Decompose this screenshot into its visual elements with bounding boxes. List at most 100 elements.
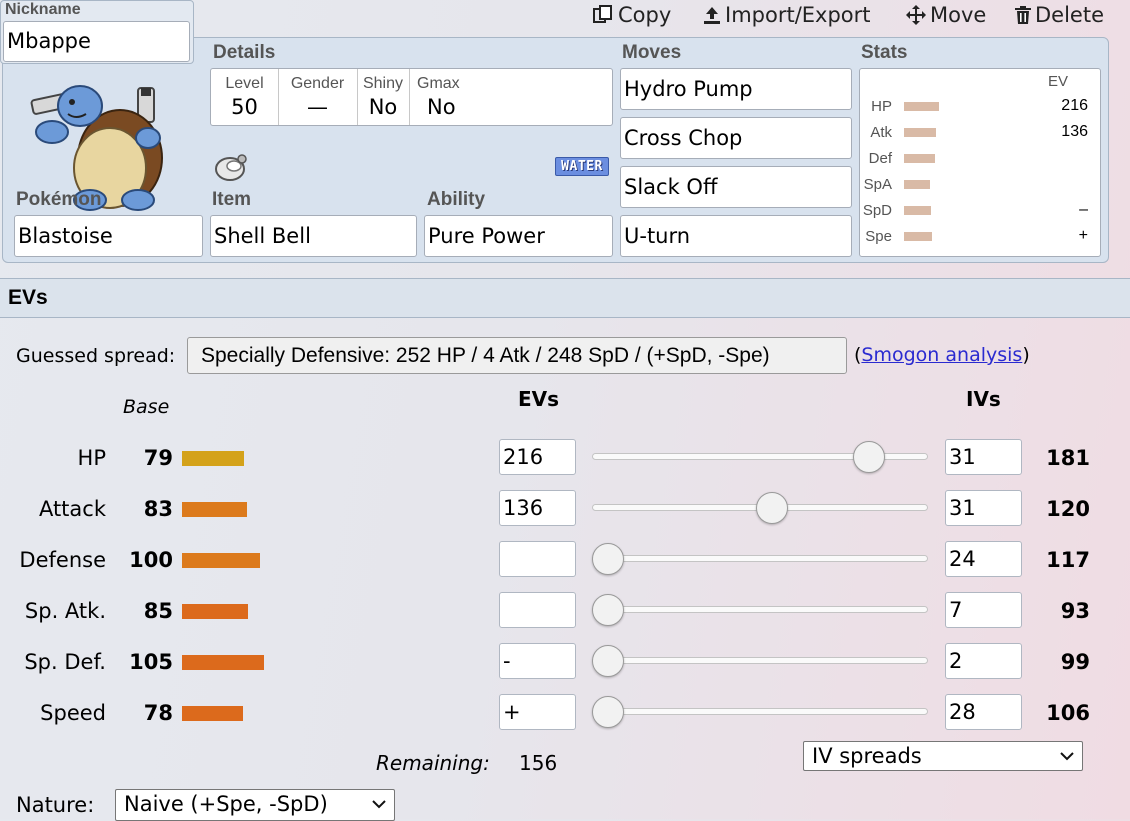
ability-label: Ability bbox=[427, 189, 486, 210]
base-stat-bar bbox=[182, 553, 260, 568]
stats-label: Stats bbox=[861, 42, 908, 63]
iv-input[interactable]: 28 bbox=[945, 694, 1022, 730]
stat-bar bbox=[904, 128, 936, 137]
stats-summary-row: SpD – bbox=[860, 199, 1100, 223]
stat-bar bbox=[904, 154, 935, 163]
stat-abbrev: SpD bbox=[862, 202, 892, 219]
ev-input[interactable]: + bbox=[499, 694, 576, 730]
pokemon-label: Pokémon bbox=[16, 189, 102, 210]
ev-stat-row: HP 79 216 31 181 bbox=[0, 439, 1130, 487]
stat-ev: – bbox=[1079, 201, 1088, 218]
remaining-value: 156 bbox=[519, 751, 558, 775]
smogon-analysis: (Smogon analysis) bbox=[854, 344, 1030, 366]
moves-label: Moves bbox=[622, 42, 682, 63]
guessed-spread-label: Guessed spread: bbox=[16, 345, 176, 367]
iv-input[interactable]: 2 bbox=[945, 643, 1022, 679]
level-label: Level bbox=[225, 75, 264, 92]
ev-input[interactable]: 136 bbox=[499, 490, 576, 526]
delete-label: Delete bbox=[1035, 3, 1104, 27]
final-stat-value: 181 bbox=[1046, 446, 1090, 470]
trash-icon bbox=[1015, 6, 1031, 24]
final-stat-value: 106 bbox=[1046, 701, 1090, 725]
nature-select[interactable]: Naive (+Spe, -SpD) bbox=[115, 789, 395, 821]
copy-button[interactable]: Copy bbox=[593, 2, 671, 28]
base-stat-value: 100 bbox=[129, 548, 173, 572]
stats-summary-row: Atk 136 bbox=[860, 121, 1100, 145]
import-export-button[interactable]: Import/Export bbox=[702, 2, 871, 28]
level-value: 50 bbox=[231, 95, 258, 119]
move-1-input[interactable]: Hydro Pump bbox=[620, 68, 852, 110]
copy-icon bbox=[593, 5, 612, 23]
stat-ev: 136 bbox=[1061, 123, 1088, 140]
final-stat-value: 99 bbox=[1060, 650, 1090, 674]
details-label: Details bbox=[213, 42, 276, 63]
ev-input[interactable]: - bbox=[499, 643, 576, 679]
ev-stat-row: Attack 83 136 31 120 bbox=[0, 490, 1130, 538]
shell-bell-icon bbox=[210, 152, 250, 184]
ev-stat-row: Speed 78 +28 106 bbox=[0, 694, 1130, 742]
nickname-box: Nickname Mbappe bbox=[0, 0, 194, 64]
nature-label: Nature: bbox=[16, 793, 95, 817]
item-input[interactable]: Shell Bell bbox=[210, 215, 417, 257]
move-button[interactable]: Move bbox=[905, 2, 986, 28]
nickname-input[interactable]: Mbappe bbox=[3, 21, 190, 62]
gmax-cell: Gmax No bbox=[409, 69, 475, 125]
stat-name: Sp. Atk. bbox=[24, 599, 106, 623]
gmax-value: No bbox=[427, 95, 456, 119]
stat-abbrev: Spe bbox=[865, 228, 892, 245]
final-stat-value: 117 bbox=[1046, 548, 1090, 572]
details-box[interactable]: Level 50 Gender — Shiny No Gmax No bbox=[210, 68, 613, 126]
ev-stat-row: Sp. Atk. 85 7 93 bbox=[0, 592, 1130, 640]
nature-value: Naive (+Spe, -SpD) bbox=[124, 792, 328, 816]
ev-input[interactable] bbox=[499, 592, 576, 628]
ev-slider-track[interactable] bbox=[592, 708, 928, 715]
iv-input[interactable]: 31 bbox=[945, 490, 1022, 526]
stats-ev-header: EV bbox=[1048, 73, 1069, 90]
shiny-value: No bbox=[368, 95, 398, 119]
ev-slider-thumb[interactable] bbox=[592, 594, 624, 626]
stats-summary-row: SpA bbox=[860, 173, 1100, 197]
ev-input[interactable] bbox=[499, 541, 576, 577]
ev-slider-thumb[interactable] bbox=[592, 696, 624, 728]
ev-input[interactable]: 216 bbox=[499, 439, 576, 475]
ability-input[interactable]: Pure Power bbox=[424, 215, 613, 257]
shiny-label: Shiny bbox=[362, 75, 404, 92]
import-export-label: Import/Export bbox=[725, 3, 871, 27]
ev-slider-thumb[interactable] bbox=[592, 543, 624, 575]
shiny-cell: Shiny No bbox=[357, 69, 410, 125]
move-2-input[interactable]: Cross Chop bbox=[620, 117, 852, 159]
stat-name: HP bbox=[77, 446, 106, 470]
guessed-spread-button[interactable]: Specially Defensive: 252 HP / 4 Atk / 24… bbox=[187, 337, 847, 374]
iv-input[interactable]: 24 bbox=[945, 541, 1022, 577]
pokemon-input[interactable]: Blastoise bbox=[14, 215, 203, 257]
ev-slider-track[interactable] bbox=[592, 657, 928, 664]
base-stat-bar bbox=[182, 706, 243, 721]
ev-slider-thumb[interactable] bbox=[853, 441, 885, 473]
iv-input[interactable]: 31 bbox=[945, 439, 1022, 475]
iv-input[interactable]: 7 bbox=[945, 592, 1022, 628]
ev-stat-row: Defense 100 24 117 bbox=[0, 541, 1130, 589]
stat-bar bbox=[904, 206, 931, 215]
ev-slider-thumb[interactable] bbox=[756, 492, 788, 524]
iv-spreads-select[interactable]: IV spreads bbox=[803, 741, 1083, 771]
ev-slider-track[interactable] bbox=[592, 606, 928, 613]
stats-summary-box[interactable]: EV HP 216 Atk 136 Def SpA SpD – Spe + bbox=[859, 68, 1101, 257]
smogon-close-paren: ) bbox=[1022, 344, 1030, 366]
evs-column-header: EVs bbox=[518, 387, 560, 411]
delete-button[interactable]: Delete bbox=[1014, 2, 1104, 28]
copy-label: Copy bbox=[618, 3, 672, 27]
base-stat-value: 83 bbox=[143, 497, 173, 521]
item-label: Item bbox=[212, 189, 252, 210]
smogon-analysis-link[interactable]: Smogon analysis bbox=[861, 344, 1022, 366]
stat-name: Speed bbox=[40, 701, 106, 725]
base-stat-value: 85 bbox=[143, 599, 173, 623]
move-3-input[interactable]: Slack Off bbox=[620, 166, 852, 208]
gender-cell: Gender — bbox=[278, 69, 358, 125]
ev-slider-thumb[interactable] bbox=[592, 645, 624, 677]
stat-abbrev: Atk bbox=[870, 124, 892, 141]
chevron-down-icon bbox=[372, 800, 386, 809]
ev-slider-track[interactable] bbox=[592, 555, 928, 562]
stat-bar bbox=[904, 102, 939, 111]
move-4-input[interactable]: U-turn bbox=[620, 215, 852, 257]
stats-summary-row: Def bbox=[860, 147, 1100, 171]
